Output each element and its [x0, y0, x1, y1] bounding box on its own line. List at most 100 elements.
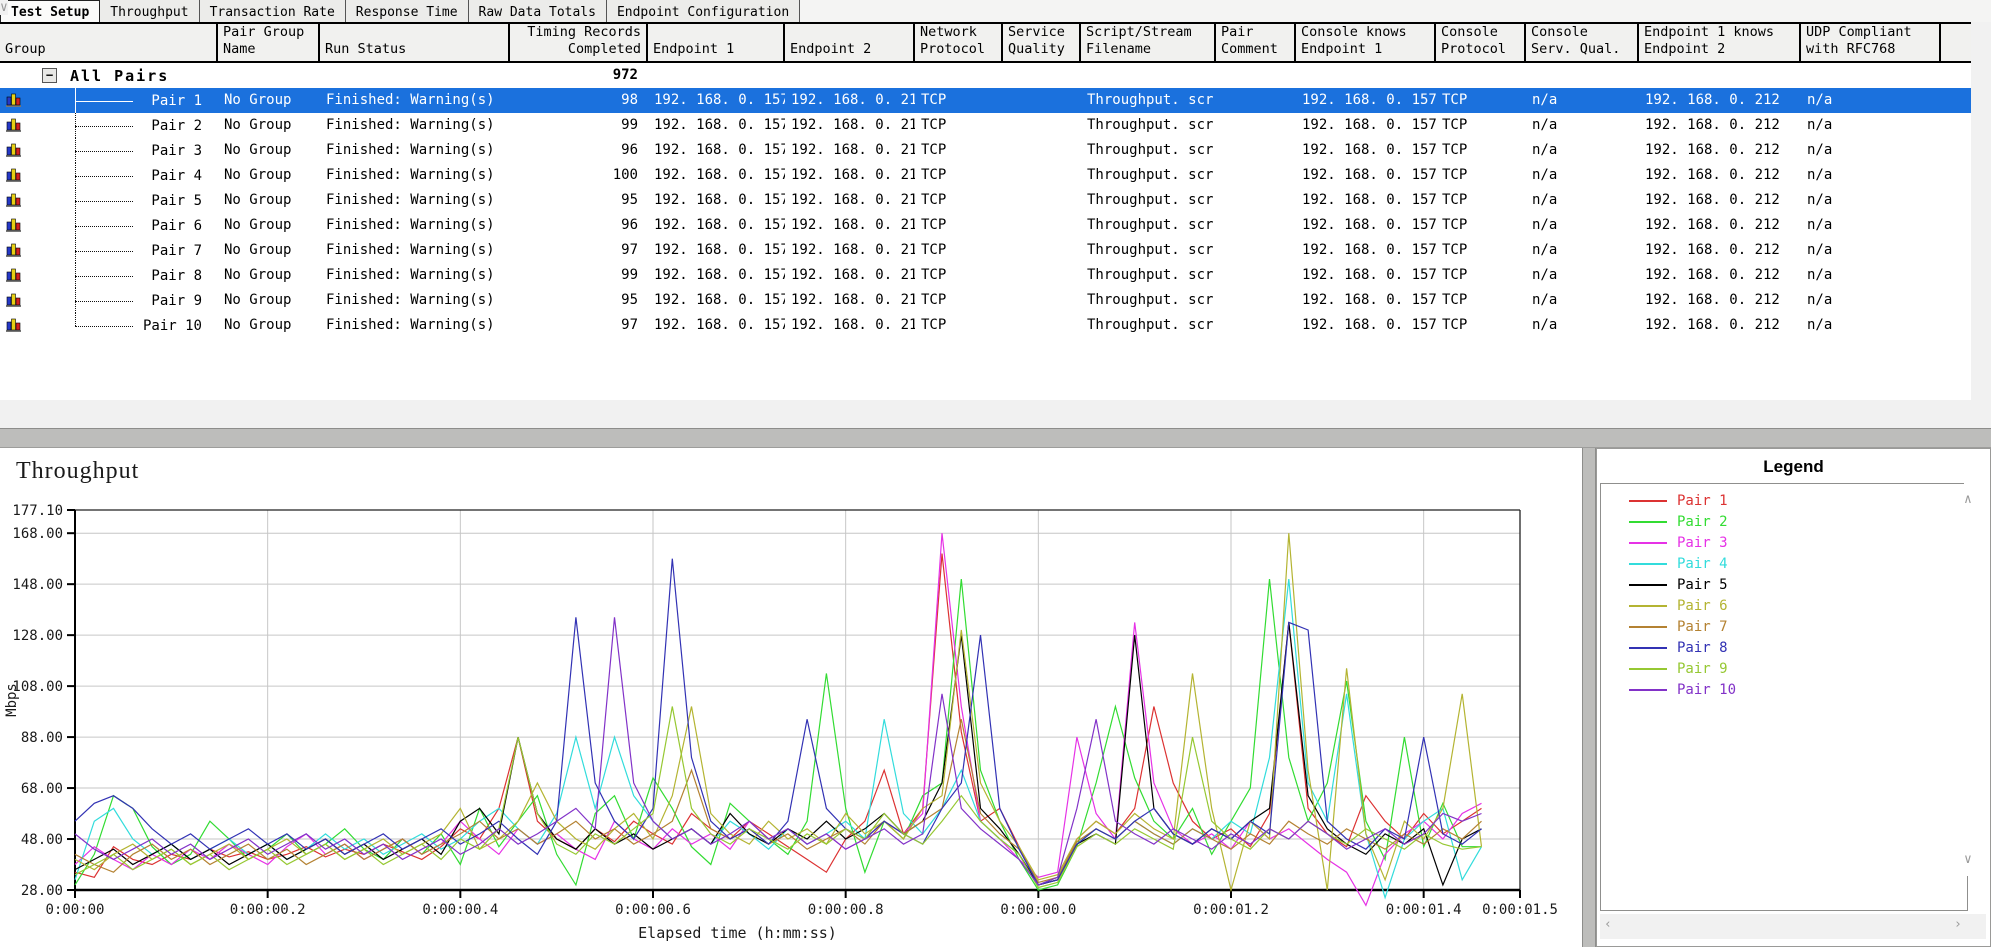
all-pairs-group-row[interactable]: −All Pairs 972 [0, 63, 1971, 88]
column-header-4[interactable]: Endpoint 1 [648, 24, 785, 61]
vertical-splitter[interactable] [1582, 448, 1596, 947]
cell-proto: TCP [915, 113, 1003, 138]
column-header-11[interactable]: Console Protocol [1436, 24, 1526, 61]
cell-e2: 192. 168. 0. 212 [785, 163, 915, 188]
cell-comment [1216, 213, 1296, 238]
table-vertical-scrollbar[interactable] [1971, 22, 1991, 428]
scroll-down-icon[interactable]: ∨ [0, 0, 8, 15]
cell-console_e1: 192. 168. 0. 157 [1296, 188, 1436, 213]
legend-item-label: Pair 7 [1677, 619, 1728, 635]
cell-proto: TCP [915, 163, 1003, 188]
column-header-2[interactable]: Run Status [320, 24, 510, 61]
cell-console_proto: TCP [1436, 88, 1526, 113]
cell-e2: 192. 168. 0. 212 [785, 88, 915, 113]
legend-scroll-up-icon[interactable]: ∧ [1964, 492, 1972, 507]
legend-line-sample [1629, 542, 1667, 544]
legend-scroll-down-icon[interactable]: ∨ [1964, 852, 1972, 867]
table-row-pair-5[interactable]: Pair 5No GroupFinished: Warning(s)95192.… [0, 188, 1971, 213]
legend-line-sample [1629, 626, 1667, 628]
group-total-records: 972 [510, 63, 648, 88]
table-row-pair-9[interactable]: Pair 9No GroupFinished: Warning(s)95192.… [0, 288, 1971, 313]
legend-line-sample [1629, 521, 1667, 523]
cell-console_proto: TCP [1436, 188, 1526, 213]
table-horizontal-scrollbar[interactable] [0, 400, 1971, 428]
cell-udp: n/a [1801, 113, 1941, 138]
svg-text:0:00:00.2: 0:00:00.2 [230, 902, 306, 918]
tab-test-setup[interactable]: Test Setup [0, 0, 100, 22]
collapse-icon[interactable]: − [42, 68, 57, 83]
tab-throughput[interactable]: Throughput [100, 0, 199, 22]
group-row-label: All Pairs [70, 67, 169, 85]
table-row-pair-8[interactable]: Pair 8No GroupFinished: Warning(s)99192.… [0, 263, 1971, 288]
horizontal-splitter[interactable] [0, 428, 1991, 448]
column-header-8[interactable]: Script/Stream Filename [1081, 24, 1216, 61]
legend-item-pair-3: Pair 3 [1629, 532, 1967, 553]
column-header-1[interactable]: Pair Group Name [218, 24, 320, 61]
table-row-pair-4[interactable]: Pair 4No GroupFinished: Warning(s)100192… [0, 163, 1971, 188]
svg-text:108.00: 108.00 [12, 679, 63, 695]
cell-e2: 192. 168. 0. 212 [785, 138, 915, 163]
cell-e1: 192. 168. 0. 157 [648, 138, 785, 163]
table-row-pair-6[interactable]: Pair 6No GroupFinished: Warning(s)96192.… [0, 213, 1971, 238]
column-header-14[interactable]: UDP Compliant with RFC768 [1801, 24, 1941, 61]
legend-scroll-left-icon[interactable]: ‹ [1604, 917, 1612, 932]
legend-item-pair-1: Pair 1 [1629, 490, 1967, 511]
cell-e1_knows_e2: 192. 168. 0. 212 [1639, 138, 1801, 163]
legend-panel: Legend Pair 1Pair 2Pair 3Pair 4Pair 5Pai… [1596, 448, 1991, 947]
table-row-pair-7[interactable]: Pair 7No GroupFinished: Warning(s)97192.… [0, 238, 1971, 263]
pair-chart-icon [5, 267, 22, 283]
legend-item-label: Pair 3 [1677, 535, 1728, 551]
column-header-13[interactable]: Endpoint 1 knows Endpoint 2 [1639, 24, 1801, 61]
cell-status: Finished: Warning(s) [320, 288, 510, 313]
column-header-9[interactable]: Pair Comment [1216, 24, 1296, 61]
cell-status: Finished: Warning(s) [320, 213, 510, 238]
pair-chart-icon [5, 242, 22, 258]
cell-udp: n/a [1801, 138, 1941, 163]
cell-records: 99 [510, 113, 648, 138]
column-header-5[interactable]: Endpoint 2 [785, 24, 915, 61]
cell-proto: TCP [915, 188, 1003, 213]
legend-vertical-scrollbar[interactable] [1964, 482, 1988, 876]
table-row-pair-1[interactable]: Pair 1No GroupFinished: Warning(s)98192.… [0, 88, 1971, 113]
cell-e1_knows_e2: 192. 168. 0. 212 [1639, 288, 1801, 313]
legend-scroll-right-icon[interactable]: › [1954, 917, 1962, 932]
svg-text:68.00: 68.00 [21, 781, 63, 797]
svg-text:48.00: 48.00 [21, 832, 63, 848]
column-header-12[interactable]: Console Serv. Qual. [1526, 24, 1639, 61]
svg-text:0:00:00.8: 0:00:00.8 [808, 902, 884, 918]
tab-raw-data-totals[interactable]: Raw Data Totals [469, 0, 607, 22]
column-header-0[interactable]: Group [0, 24, 218, 61]
cell-console_e1: 192. 168. 0. 157 [1296, 138, 1436, 163]
legend-item-pair-7: Pair 7 [1629, 616, 1967, 637]
cell-group: No Group [218, 288, 320, 313]
cell-status: Finished: Warning(s) [320, 163, 510, 188]
svg-text:177.10: 177.10 [12, 503, 63, 519]
cell-status: Finished: Warning(s) [320, 138, 510, 163]
cell-e1: 192. 168. 0. 157 [648, 188, 785, 213]
cell-console_proto: TCP [1436, 313, 1526, 338]
cell-e2: 192. 168. 0. 212 [785, 213, 915, 238]
column-header-10[interactable]: Console knows Endpoint 1 [1296, 24, 1436, 61]
tree-connector [75, 238, 133, 263]
table-row-pair-10[interactable]: Pair 10No GroupFinished: Warning(s)97192… [0, 313, 1971, 338]
tab-endpoint-configuration[interactable]: Endpoint Configuration [607, 0, 800, 22]
tab-response-time[interactable]: Response Time [346, 0, 469, 22]
column-header-7[interactable]: Service Quality [1003, 24, 1081, 61]
table-row-pair-2[interactable]: Pair 2No GroupFinished: Warning(s)99192.… [0, 113, 1971, 138]
tab-transaction-rate[interactable]: Transaction Rate [200, 0, 346, 22]
table-row-pair-3[interactable]: Pair 3No GroupFinished: Warning(s)96192.… [0, 138, 1971, 163]
legend-item-label: Pair 5 [1677, 577, 1728, 593]
cell-console_sq: n/a [1526, 138, 1639, 163]
cell-status: Finished: Warning(s) [320, 238, 510, 263]
cell-script: Throughput. scr [1081, 113, 1216, 138]
column-header-6[interactable]: Network Protocol [915, 24, 1003, 61]
cell-records: 100 [510, 163, 648, 188]
column-header-3[interactable]: Timing Records Completed [510, 24, 648, 61]
legend-line-sample [1629, 668, 1667, 670]
cell-e1: 192. 168. 0. 157 [648, 263, 785, 288]
legend-horizontal-scrollbar[interactable] [1600, 914, 1986, 939]
cell-script: Throughput. scr [1081, 313, 1216, 338]
cell-records: 99 [510, 263, 648, 288]
cell-script: Throughput. scr [1081, 188, 1216, 213]
cell-comment [1216, 138, 1296, 163]
